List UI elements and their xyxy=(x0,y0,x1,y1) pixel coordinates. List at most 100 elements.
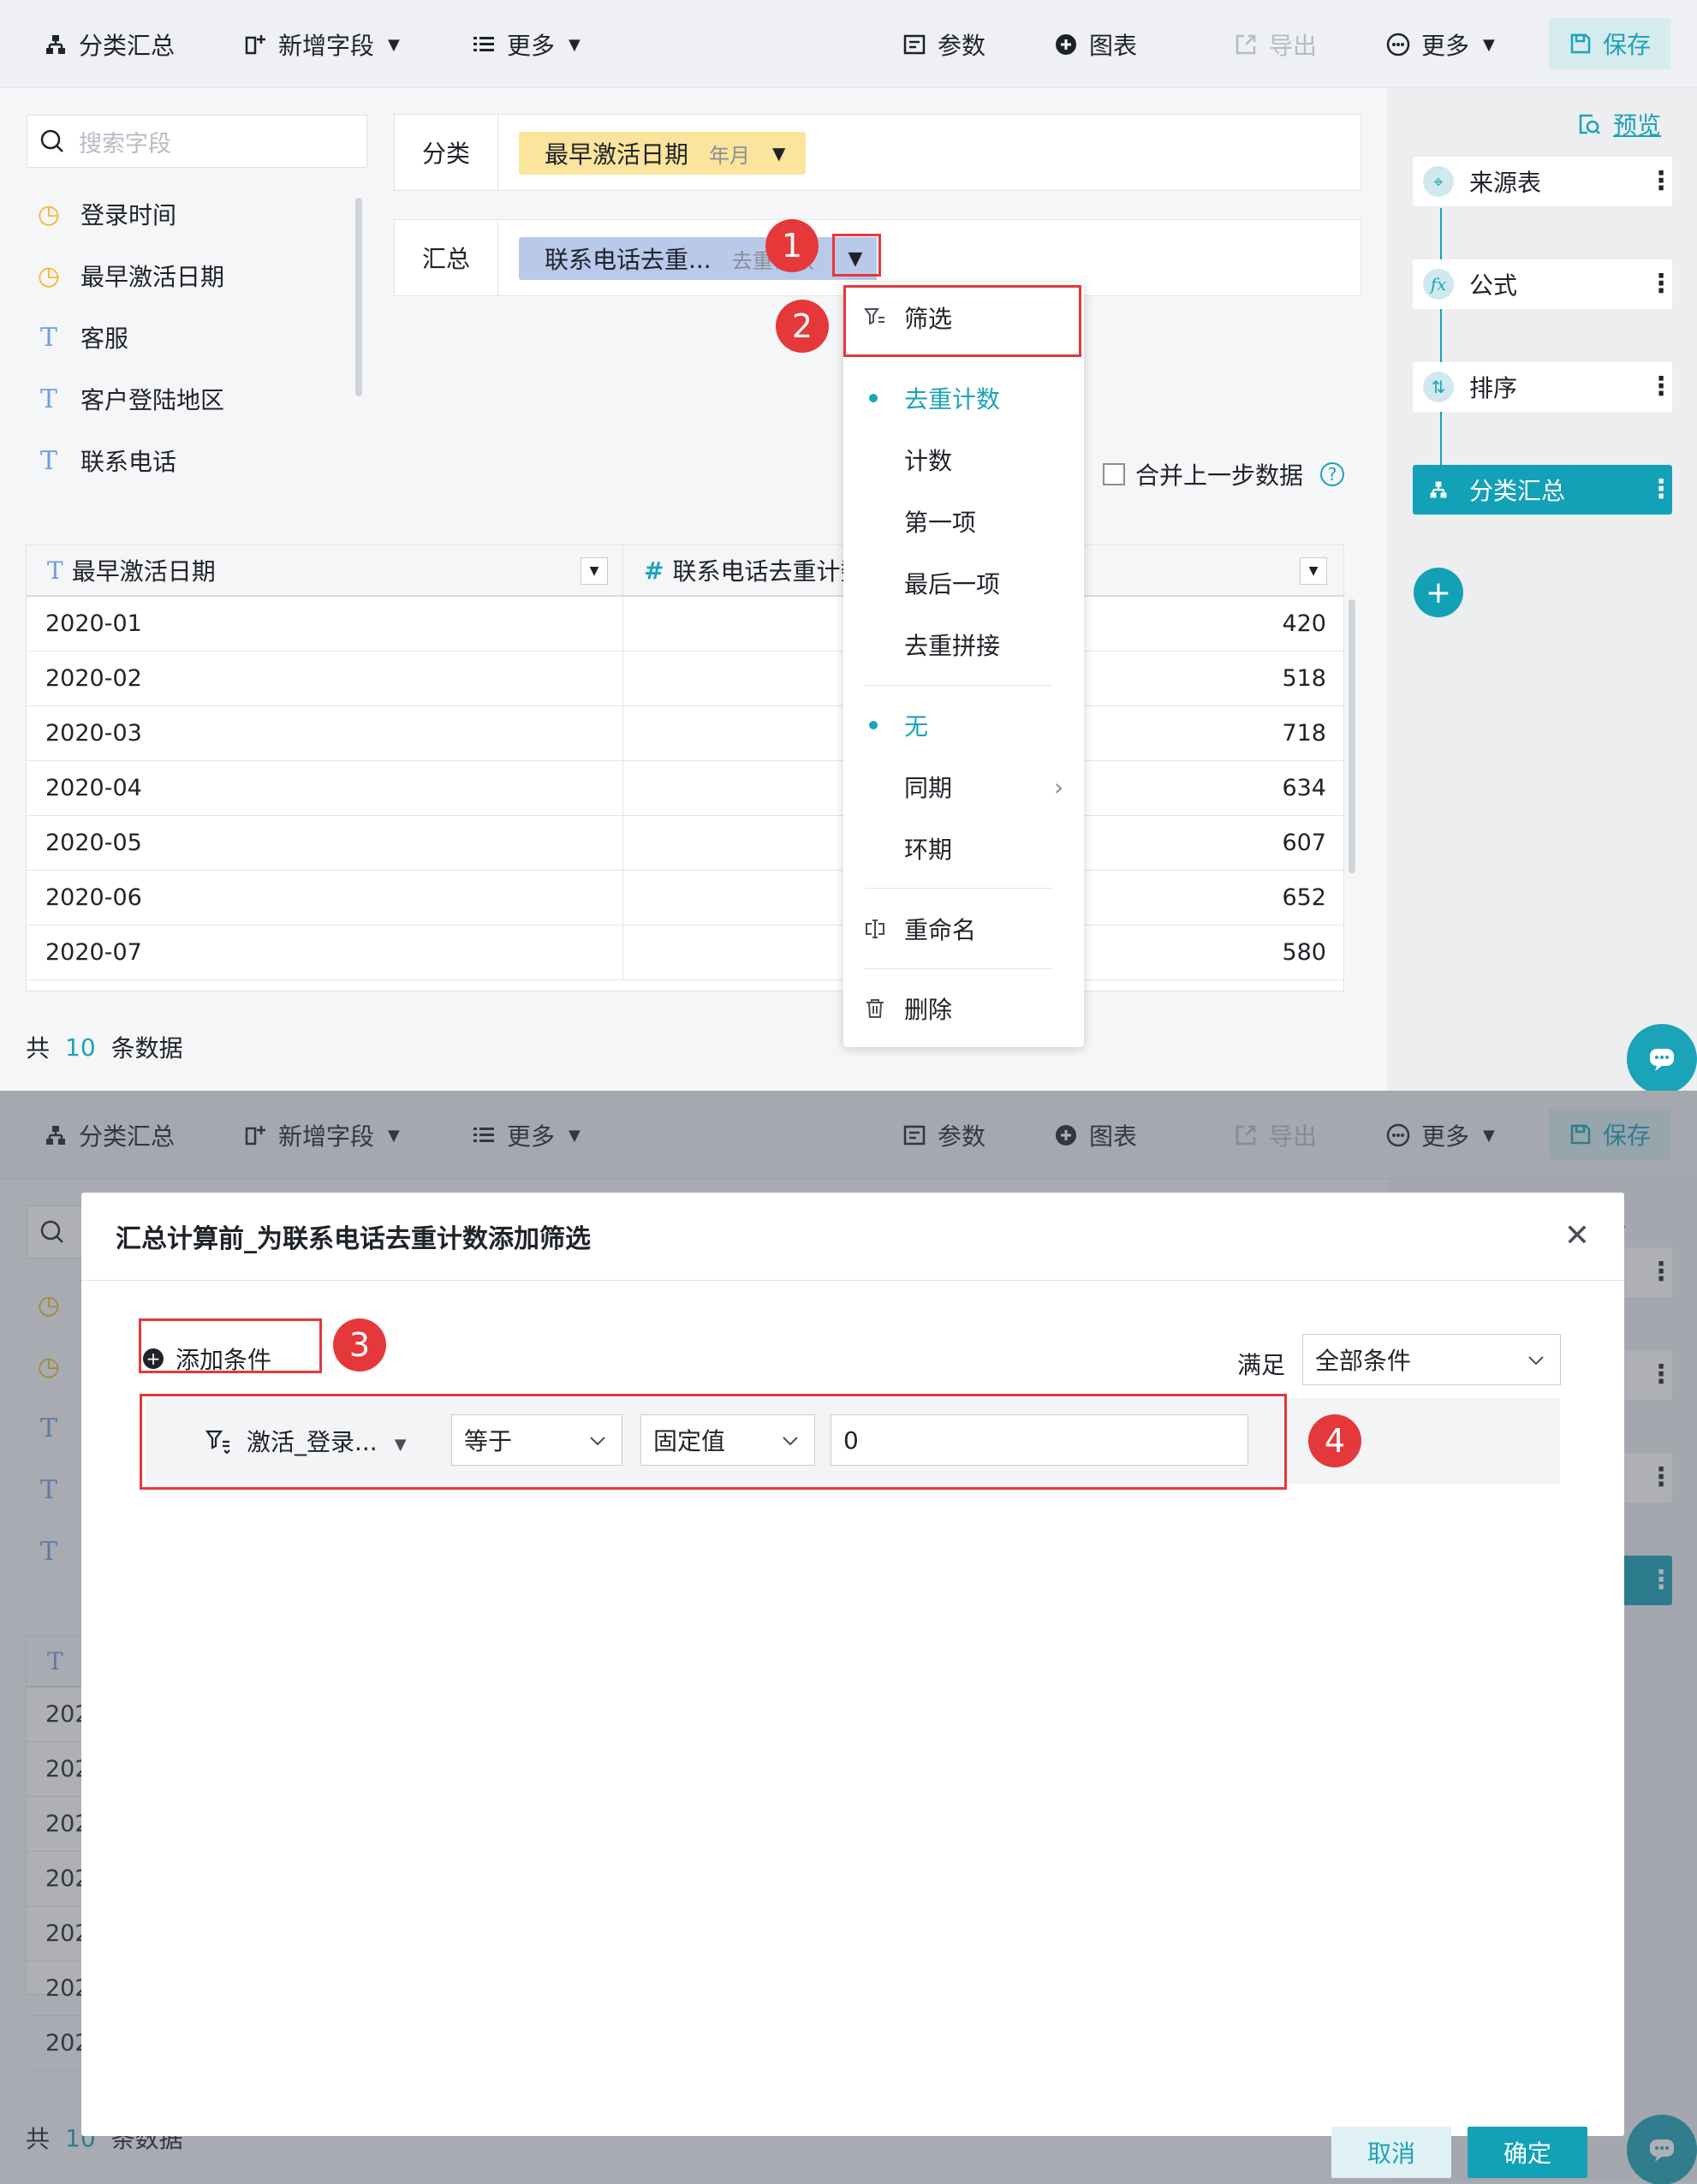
table-row[interactable]: 2020-07 580 xyxy=(27,925,1343,980)
field-search-input[interactable]: 搜索字段 xyxy=(27,115,367,168)
table-header: T 最早激活日期 ▼ # 联系电话去重计数 ▼ xyxy=(27,545,1343,597)
chart-button[interactable]: 图表 xyxy=(1053,24,1137,65)
table-row[interactable]: 2020-03 718 xyxy=(27,706,1343,761)
menu-item-same-period[interactable]: 同期 › xyxy=(843,761,1084,812)
field-name: 客服 xyxy=(80,324,129,353)
more-right-label: 更多 xyxy=(1421,32,1470,60)
add-field-button[interactable]: 新增字段 ▼ xyxy=(242,24,400,65)
highlight-box xyxy=(140,1394,1287,1490)
menu-item-count[interactable]: 计数 xyxy=(843,434,1084,485)
summary-dropdown-menu: 筛选 去重计数 计数 第一项 最后一项 去重拼接 无 同期 › 环期 重命名 删除 xyxy=(843,283,1084,1047)
save-icon xyxy=(1569,32,1593,56)
step-label: 排序 xyxy=(1469,374,1518,402)
merge-previous-option[interactable]: 合并上一步数据 ? xyxy=(1103,457,1345,491)
preview-label: 预览 xyxy=(1613,111,1662,140)
table-row[interactable]: 2020-04 634 xyxy=(27,761,1343,816)
preview-link[interactable]: 预览 xyxy=(1577,107,1661,141)
table-row-partial xyxy=(27,980,1343,991)
dialog-divider xyxy=(81,1280,1624,1281)
row-count-suffix: 条数据 xyxy=(110,1034,183,1062)
group-summary-button[interactable]: 分类汇总 xyxy=(43,24,175,65)
menu-item-distinct-concat[interactable]: 去重拼接 xyxy=(843,619,1084,670)
cell-date: 2020-03 xyxy=(27,706,623,760)
more-vert-icon[interactable]: ⋮ xyxy=(1648,169,1674,194)
step-source-table[interactable]: ⌖ 来源表 ⋮ xyxy=(1413,157,1674,206)
field-item[interactable]: ◷ 最早激活日期 xyxy=(34,256,224,295)
confirm-button[interactable]: 确定 xyxy=(1468,2127,1587,2178)
column-header[interactable]: T 最早激活日期 ▼ xyxy=(27,545,623,595)
preview-icon xyxy=(1577,112,1613,136)
menu-item-rename[interactable]: 重命名 xyxy=(843,903,1084,955)
field-item[interactable]: T 联系电话 xyxy=(34,441,176,480)
field-item[interactable]: T 客服 xyxy=(34,318,128,357)
field-name: 登录时间 xyxy=(80,201,177,229)
menu-label: 去重拼接 xyxy=(904,632,1001,660)
satisfy-select[interactable]: 全部条件 xyxy=(1302,1334,1562,1385)
menu-label: 删除 xyxy=(904,996,953,1024)
param-icon xyxy=(902,32,927,57)
table-row[interactable]: 2020-06 652 xyxy=(27,871,1343,925)
field-list-scrollbar[interactable] xyxy=(355,198,362,396)
cell-date: 2020-05 xyxy=(27,816,623,870)
step-label: 分类汇总 xyxy=(1469,477,1566,505)
cancel-button[interactable]: 取消 xyxy=(1331,2127,1451,2178)
steps-connector xyxy=(1440,208,1442,491)
more-vert-icon[interactable]: ⋮ xyxy=(1648,477,1674,503)
menu-item-none[interactable]: 无 xyxy=(843,699,1084,751)
menu-item-ring-period[interactable]: 环期 xyxy=(843,823,1084,874)
menu-item-first[interactable]: 第一项 xyxy=(843,496,1084,547)
more-right-button[interactable]: 更多 ▼ xyxy=(1385,24,1495,65)
merge-checkbox[interactable] xyxy=(1103,463,1125,485)
summary-chip[interactable]: 联系电话去重... 去重计数 xyxy=(519,237,872,280)
param-label: 参数 xyxy=(938,32,986,60)
step-badge: 1 xyxy=(765,219,819,272)
save-button[interactable]: 保存 xyxy=(1549,18,1670,69)
field-item[interactable]: ◷ 登录时间 xyxy=(34,194,176,234)
column-dropdown-icon[interactable]: ▼ xyxy=(581,557,608,585)
caret-down-icon[interactable]: ▼ xyxy=(772,143,785,164)
table-scrollbar[interactable] xyxy=(1349,599,1355,873)
add-step-button[interactable]: + xyxy=(1414,568,1463,617)
table-body: 2020-01 420 2020-02 518 2020-03 718 2020-04 634… xyxy=(27,597,1343,991)
step-badge: 3 xyxy=(333,1318,386,1372)
menu-label: 重命名 xyxy=(904,916,977,944)
step-formula[interactable]: fx 公式 ⋮ xyxy=(1413,259,1674,309)
plus-circle-icon xyxy=(1053,32,1079,57)
field-item[interactable]: T 客户登陆地区 xyxy=(34,379,224,419)
chat-support-icon[interactable] xyxy=(1627,1024,1697,1091)
table-row[interactable]: 2020-02 518 xyxy=(27,652,1343,706)
export-button[interactable]: 导出 xyxy=(1233,24,1317,65)
more-left-button[interactable]: 更多 ▼ xyxy=(471,24,581,65)
table-row[interactable]: 2020-05 607 xyxy=(27,816,1343,871)
step-sort[interactable]: ⇅ 排序 ⋮ xyxy=(1413,362,1674,412)
menu-item-distinct-count[interactable]: 去重计数 xyxy=(843,372,1084,424)
steps-panel: 预览 ⌖ 来源表 ⋮ fx 公式 ⋮ ⇅ 排序 ⋮ 分类汇总 ⋮ + xyxy=(1387,88,1697,1091)
merge-label: 合并上一步数据 xyxy=(1135,461,1304,490)
category-chip[interactable]: 最早激活日期 年月 ▼ xyxy=(519,132,806,175)
menu-item-delete[interactable]: 删除 xyxy=(843,983,1084,1034)
row-count-prefix: 共 xyxy=(26,1034,51,1062)
cell-date: 2020-06 xyxy=(27,871,623,925)
column-title: 联系电话去重计数 xyxy=(672,557,865,586)
help-icon[interactable]: ? xyxy=(1320,462,1345,486)
more-vert-icon[interactable]: ⋮ xyxy=(1648,374,1674,400)
more-vert-icon[interactable]: ⋮ xyxy=(1648,271,1674,297)
field-name: 最早激活日期 xyxy=(80,263,225,291)
menu-item-last[interactable]: 最后一项 xyxy=(843,557,1084,609)
step-group-summary[interactable]: 分类汇总 ⋮ xyxy=(1413,465,1674,515)
caret-down-icon: ▼ xyxy=(1483,35,1495,54)
table-row[interactable]: 2020-01 420 xyxy=(27,597,1343,652)
export-label: 导出 xyxy=(1269,32,1318,60)
column-title: 最早激活日期 xyxy=(71,557,216,586)
column-dropdown-icon[interactable]: ▼ xyxy=(1300,557,1327,585)
editor-screen-bottom: 分类汇总 新增字段 ▼ 更多 ▼ 参数 图表 导出 更多 ▼ 保存 ◷ ◷ T … xyxy=(0,1091,1697,2184)
param-button[interactable]: 参数 xyxy=(902,24,985,65)
chart-label: 图表 xyxy=(1089,32,1138,60)
close-icon[interactable]: ✕ xyxy=(1564,1218,1590,1253)
highlight-box xyxy=(832,234,881,277)
target-icon: ⌖ xyxy=(1423,166,1454,197)
satisfy-selector: 满足 全部条件 xyxy=(1237,1334,1562,1385)
fx-icon: fx xyxy=(1423,269,1454,300)
menu-divider xyxy=(865,968,1051,969)
summary-chip-label: 联系电话去重... xyxy=(545,246,712,274)
